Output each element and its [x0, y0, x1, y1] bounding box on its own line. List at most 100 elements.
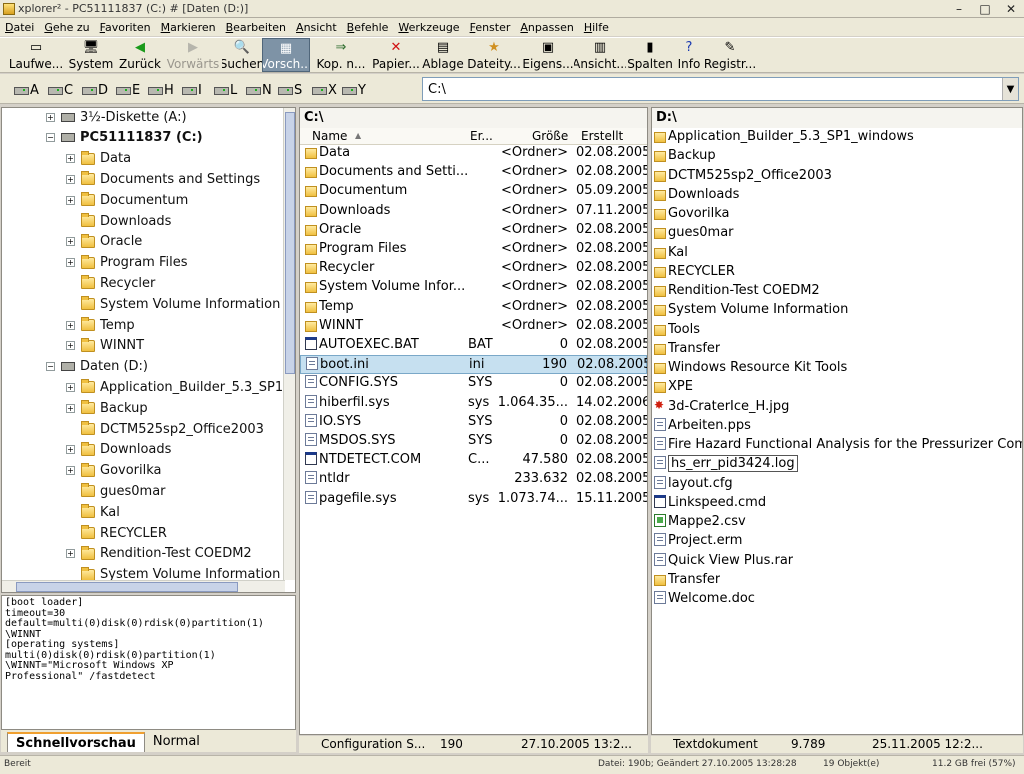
tree-item[interactable]: RECYCLER	[66, 523, 167, 543]
menu-favoriten[interactable]: Favoriten	[95, 21, 156, 34]
tree-item[interactable]: − Daten (D:)	[46, 357, 148, 377]
file-row[interactable]: Project.erm	[652, 532, 1022, 551]
expand-icon[interactable]: +	[46, 112, 55, 122]
file-row[interactable]: ntldr 233.632 02.08.2005	[300, 470, 647, 489]
file-row[interactable]: Temp <Ordner> 02.08.2005	[300, 298, 647, 317]
file-row[interactable]: hs_err_pid3424.log	[652, 455, 1022, 474]
tree-item[interactable]: + Program Files	[66, 253, 188, 273]
file-row[interactable]: System Volume Information	[652, 301, 1022, 320]
tree-item[interactable]: DCTM525sp2_Office2003	[66, 419, 264, 439]
tree-item[interactable]: − PC51111837 (C:)	[46, 128, 203, 148]
file-row[interactable]: Downloads	[652, 186, 1022, 205]
menu-werkzeuge[interactable]: Werkzeuge	[393, 21, 464, 34]
toolbar-button-columns[interactable]: ▮ Spalten	[626, 38, 674, 72]
expand-icon[interactable]: +	[66, 258, 75, 268]
file-row[interactable]: Transfer	[652, 340, 1022, 359]
tree-item[interactable]: Kal	[66, 502, 120, 522]
toolbar-button-copy-to[interactable]: ⇒ Kop. n...	[310, 38, 372, 72]
expand-icon[interactable]: +	[66, 237, 75, 247]
file-row[interactable]: Govorilka	[652, 205, 1022, 224]
address-dropdown-button[interactable]: ▼	[1002, 78, 1018, 100]
file-row[interactable]: Tools	[652, 321, 1022, 340]
toolbar-button-filetype[interactable]: ★ Dateity...	[466, 38, 522, 72]
toolbar-button-delete[interactable]: ✕ Papier...	[372, 38, 420, 72]
drive-button-x[interactable]: X	[312, 82, 337, 98]
drive-button-s[interactable]: S	[278, 82, 302, 98]
column-created[interactable]: Erstellt	[581, 129, 623, 143]
drive-button-n[interactable]: N	[246, 82, 272, 98]
file-row[interactable]: Welcome.doc	[652, 590, 1022, 609]
drive-button-e[interactable]: E	[116, 82, 140, 98]
tree-item[interactable]: + Govorilka	[66, 461, 162, 481]
tree-item[interactable]: + Data	[66, 149, 131, 169]
tree-item[interactable]: + Documents and Settings	[66, 169, 260, 189]
menu-hilfe[interactable]: Hilfe	[579, 21, 614, 34]
file-pane-c[interactable]: C:\ Name ▲ Er... Größe Erstellt Data <Ord…	[299, 107, 648, 735]
file-row[interactable]: WINNT <Ordner> 02.08.2005	[300, 317, 647, 336]
toolbar-button-system[interactable]: 🖥 System	[66, 38, 116, 72]
file-row[interactable]: Documentum <Ordner> 05.09.2005	[300, 182, 647, 201]
file-row[interactable]: Downloads <Ordner> 07.11.2005	[300, 202, 647, 221]
tree-item[interactable]: gues0mar	[66, 481, 166, 501]
tree-item[interactable]: Recycler	[66, 273, 155, 293]
menu-datei[interactable]: Datei	[0, 21, 39, 34]
tree-item[interactable]: + Rendition-Test COEDM2	[66, 544, 252, 564]
file-row[interactable]: pagefile.sys sys 1.073.74... 15.11.2005	[300, 490, 647, 509]
file-row[interactable]: Application_Builder_5.3_SP1_windows	[652, 128, 1022, 147]
menu-markieren[interactable]: Markieren	[156, 21, 221, 34]
maximize-button[interactable]: □	[972, 1, 998, 17]
file-row[interactable]: IO.SYS SYS 0 02.08.2005	[300, 413, 647, 432]
file-row[interactable]: Backup	[652, 147, 1022, 166]
file-row[interactable]: Program Files <Ordner> 02.08.2005	[300, 240, 647, 259]
tree-item[interactable]: + Oracle	[66, 232, 142, 252]
tree-item[interactable]: + WINNT	[66, 336, 144, 356]
expand-icon[interactable]: +	[66, 403, 75, 413]
toolbar-button-register[interactable]: ✎ Registr...	[704, 38, 756, 72]
drive-button-i[interactable]: I	[182, 82, 202, 98]
expand-icon[interactable]: +	[66, 195, 75, 205]
menu-fenster[interactable]: Fenster	[465, 21, 516, 34]
file-row[interactable]: gues0mar	[652, 224, 1022, 243]
menu-bearbeiten[interactable]: Bearbeiten	[221, 21, 291, 34]
tree-item[interactable]: + Downloads	[66, 440, 171, 460]
menu-anpassen[interactable]: Anpassen	[515, 21, 578, 34]
collapse-icon[interactable]: −	[46, 133, 55, 143]
expand-icon[interactable]: +	[66, 549, 75, 559]
expand-icon[interactable]: +	[66, 466, 75, 476]
file-row[interactable]: System Volume Infor... <Ordner> 02.08.2005	[300, 278, 647, 297]
drive-button-y[interactable]: Y	[342, 82, 366, 98]
minimize-button[interactable]: –	[946, 1, 972, 17]
expand-icon[interactable]: +	[66, 320, 75, 330]
tree-item[interactable]: Downloads	[66, 211, 171, 231]
tree-item[interactable]: + Documentum	[66, 190, 188, 210]
tab-quick-preview[interactable]: Schnellvorschau	[7, 732, 145, 752]
menu-ansicht[interactable]: Ansicht	[291, 21, 342, 34]
tree-horizontal-scrollbar[interactable]	[2, 580, 285, 592]
drive-button-c[interactable]: C	[48, 82, 73, 98]
file-row[interactable]: boot.ini ini 190 02.08.2005	[300, 355, 647, 375]
file-row[interactable]: Data <Ordner> 02.08.2005	[300, 144, 647, 163]
file-row[interactable]: RECYCLER	[652, 263, 1022, 282]
file-row[interactable]: MSDOS.SYS SYS 0 02.08.2005	[300, 432, 647, 451]
toolbar-button-forward-arrow[interactable]: ▶ Vorwärts	[164, 38, 222, 72]
file-row[interactable]: Linkspeed.cmd	[652, 494, 1022, 513]
file-row[interactable]: Windows Resource Kit Tools	[652, 359, 1022, 378]
drive-button-a[interactable]: A	[14, 82, 39, 98]
tree-item[interactable]: + Temp	[66, 315, 135, 335]
file-pane-d[interactable]: D:\ Application_Builder_5.3_SP1_windows B…	[651, 107, 1023, 735]
file-row[interactable]: AUTOEXEC.BAT BAT 0 02.08.2005	[300, 336, 647, 355]
expand-icon[interactable]: +	[66, 445, 75, 455]
column-ext[interactable]: Er...	[470, 129, 493, 143]
file-row[interactable]: XPE	[652, 378, 1022, 397]
toolbar-button-search[interactable]: 🔍 Suchen	[222, 38, 262, 72]
column-name[interactable]: Name	[312, 129, 347, 143]
close-button[interactable]: ✕	[998, 1, 1024, 17]
toolbar-button-back-arrow[interactable]: ◀ Zurück	[116, 38, 164, 72]
file-row[interactable]: Arbeiten.pps	[652, 417, 1022, 436]
toolbar-button-clipboard[interactable]: ▤ Ablage	[420, 38, 466, 72]
file-row[interactable]: Quick View Plus.rar	[652, 552, 1022, 571]
tree-item[interactable]: System Volume Information	[66, 294, 280, 314]
file-row[interactable]: Fire Hazard Functional Analysis for the …	[652, 436, 1022, 455]
file-row[interactable]: Kal	[652, 244, 1022, 263]
folder-tree[interactable]: +3½-Diskette (A:) − PC51111837 (C:) + Data + D…	[1, 107, 296, 593]
